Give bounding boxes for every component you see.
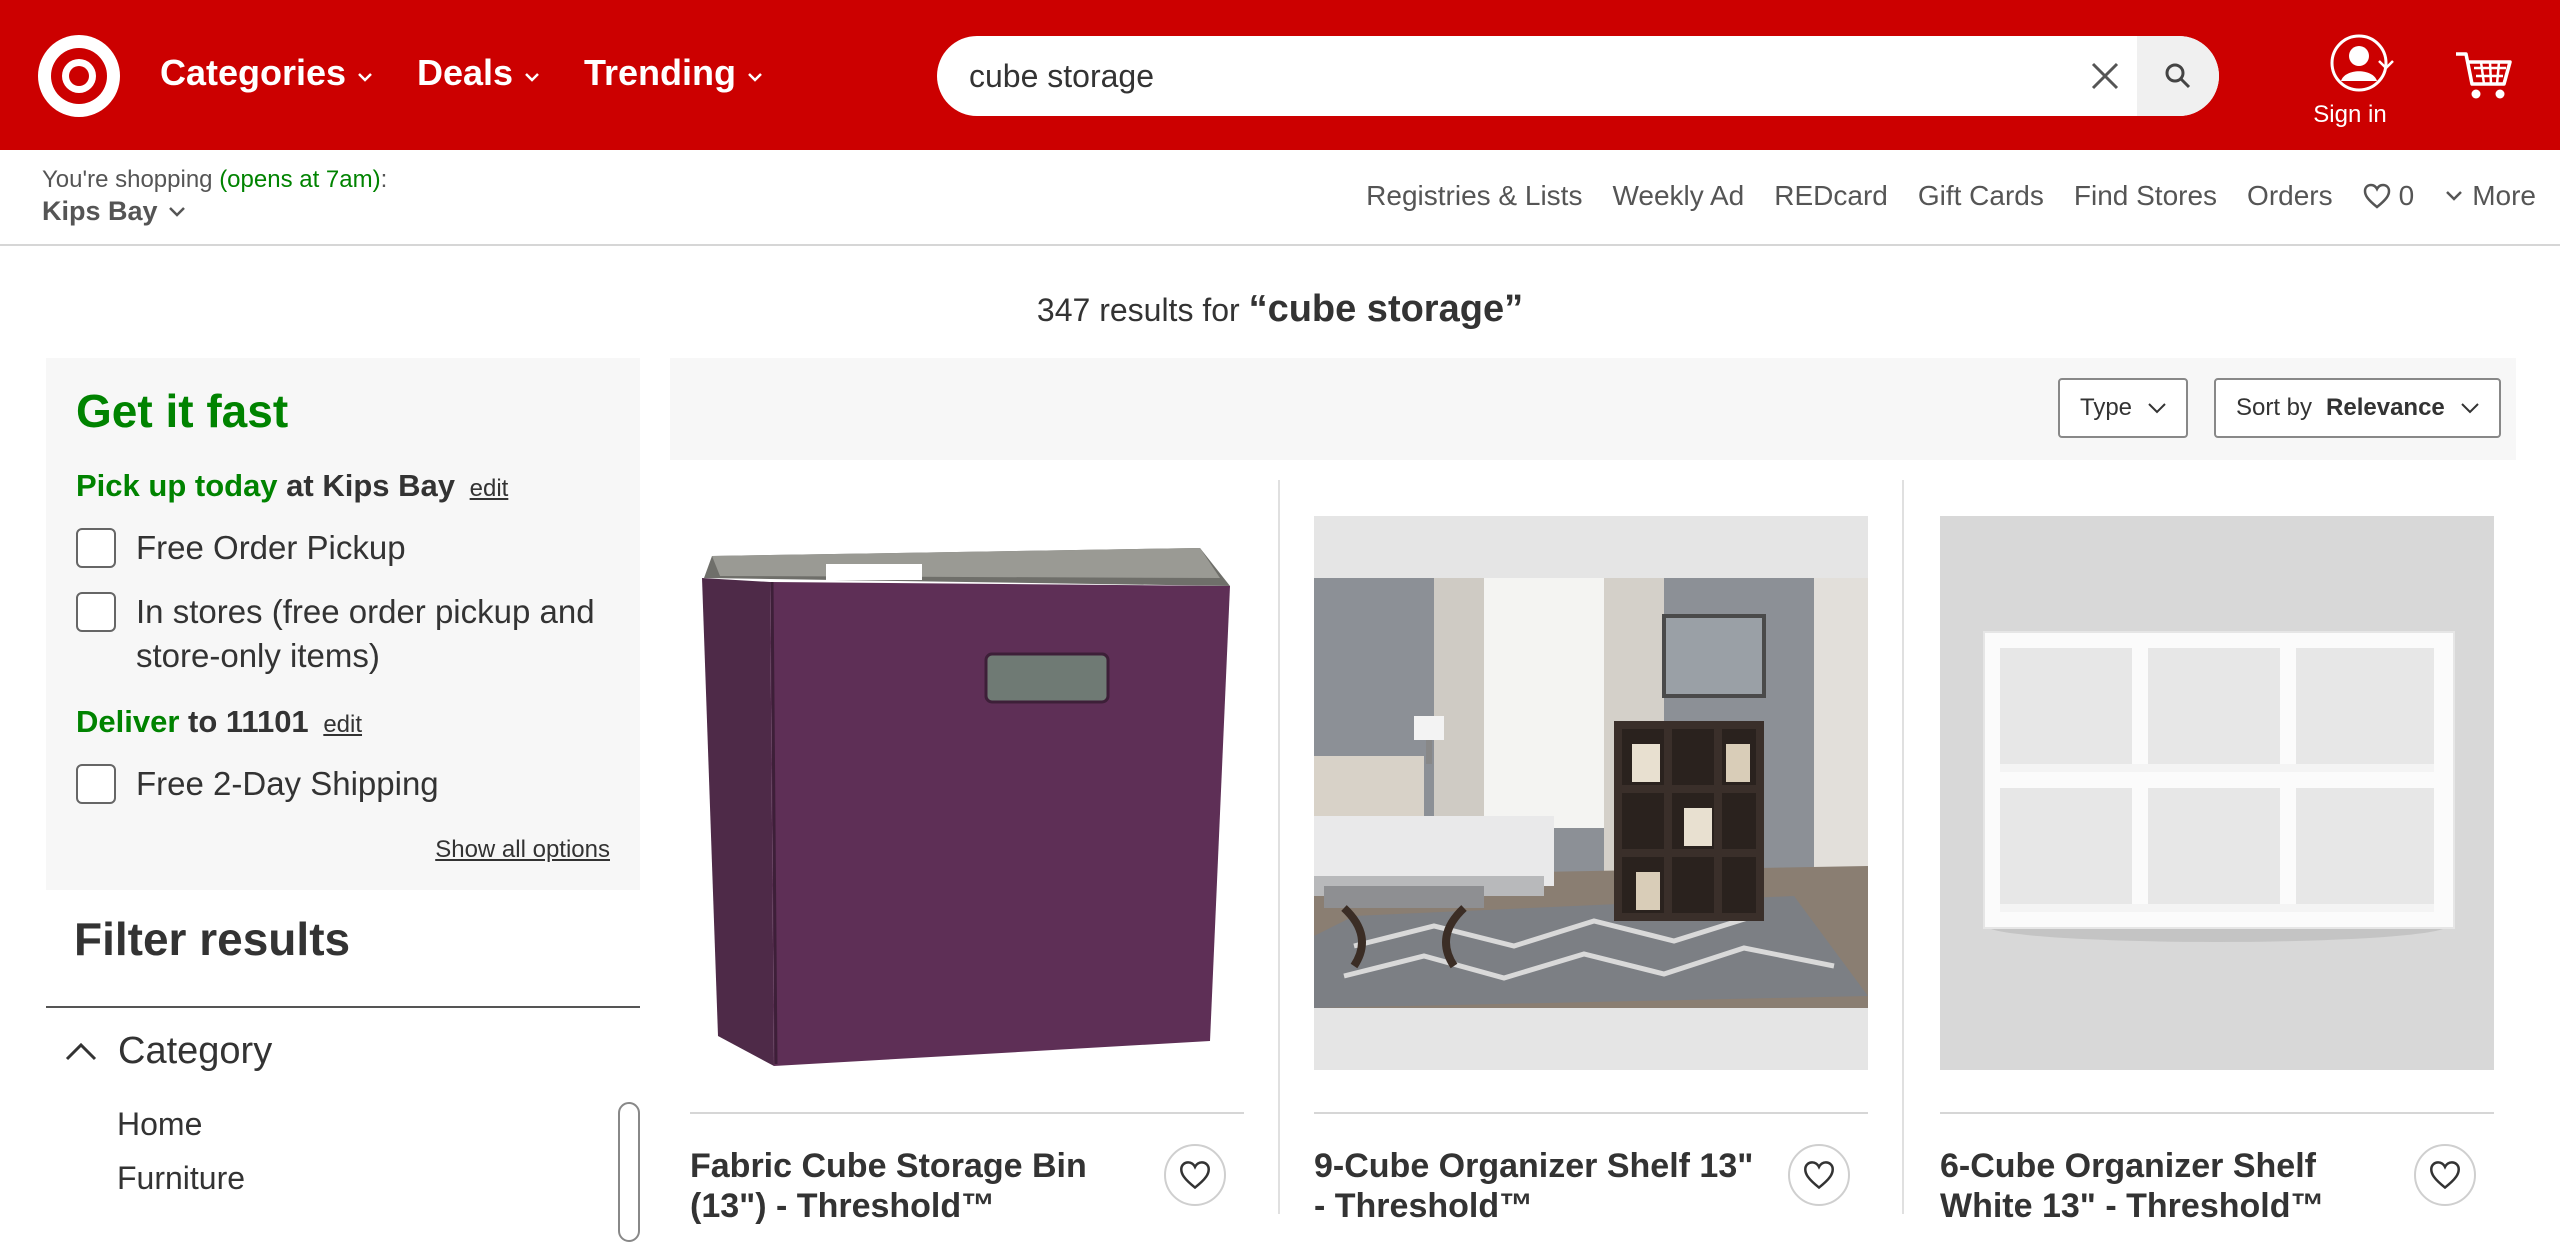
chevron-down-icon	[2461, 403, 2479, 414]
show-all-options-link[interactable]: Show all options	[435, 836, 610, 864]
search-icon	[2165, 63, 2191, 89]
edit-zip-link[interactable]: edit	[323, 711, 362, 738]
heart-icon	[2430, 1161, 2460, 1190]
heart-icon	[1804, 1161, 1834, 1190]
product-card[interactable]: 9-Cube Organizer Shelf 13" - Threshold™	[1314, 480, 1874, 1225]
divider	[1940, 1112, 2494, 1114]
sign-in-label: Sign in	[2313, 101, 2387, 128]
account-button[interactable]: Sign in	[2290, 34, 2410, 129]
product-title[interactable]: 9-Cube Organizer Shelf 13" - Threshold™	[1314, 1146, 1754, 1226]
product-image-9-cube-organizer[interactable]	[1314, 516, 1868, 1070]
more-menu[interactable]: More	[2444, 180, 2536, 212]
category-item-furniture[interactable]: Furniture	[117, 1160, 245, 1197]
favorite-button[interactable]	[1788, 1144, 1850, 1206]
chevron-down-icon	[525, 73, 539, 82]
free-2-day-shipping-checkbox[interactable]: Free 2-Day Shipping	[76, 762, 439, 806]
pickup-row: Pick up today at Kips Bay edit	[76, 468, 509, 503]
checkbox[interactable]	[76, 764, 116, 804]
in-stores-checkbox[interactable]: In stores (free order pickup and store-o…	[76, 590, 596, 678]
shopping-store-text: You're shopping (opens at 7am):	[42, 166, 388, 193]
results-toolbar: Type Sort by Relevance	[670, 358, 2516, 460]
product-title[interactable]: Fabric Cube Storage Bin (13") - Threshol…	[690, 1146, 1130, 1226]
column-divider	[1902, 480, 1904, 1214]
heart-icon	[1180, 1161, 1210, 1190]
chevron-down-icon	[2446, 191, 2463, 201]
results-heading: 347 results for “cube storage”	[1036, 288, 1524, 330]
product-card[interactable]: 6-Cube Organizer Shelf White 13" - Thres…	[1940, 480, 2500, 1225]
link-orders[interactable]: Orders	[2247, 180, 2333, 212]
product-image-6-cube-organizer[interactable]	[1940, 516, 2494, 1070]
category-item-home[interactable]: Home	[117, 1106, 202, 1143]
link-registries[interactable]: Registries & Lists	[1366, 180, 1582, 212]
favorite-button[interactable]	[1164, 1144, 1226, 1206]
product-title[interactable]: 6-Cube Organizer Shelf White 13" - Thres…	[1940, 1146, 2380, 1226]
column-divider	[1278, 480, 1280, 1214]
search-input[interactable]	[967, 36, 1987, 116]
category-filter-toggle[interactable]: Category	[64, 1030, 272, 1073]
divider	[1314, 1112, 1868, 1114]
nav-categories[interactable]: Categories	[160, 52, 374, 94]
link-find-stores[interactable]: Find Stores	[2074, 180, 2217, 212]
sort-dropdown[interactable]: Sort by Relevance	[2214, 378, 2501, 438]
search-query: “cube storage”	[1248, 288, 1524, 330]
free-order-pickup-checkbox[interactable]: Free Order Pickup	[76, 526, 406, 570]
search-button[interactable]	[2137, 36, 2219, 116]
favorite-button[interactable]	[2414, 1144, 2476, 1206]
top-header: Categories Deals Trending Sign in	[0, 0, 2560, 150]
get-it-fast-panel: Get it fast Pick up today at Kips Bay ed…	[46, 358, 640, 890]
divider	[46, 1006, 640, 1008]
link-gift-cards[interactable]: Gift Cards	[1918, 180, 2044, 212]
store-selector[interactable]: Kips Bay	[42, 196, 186, 227]
chevron-down-icon	[358, 73, 372, 82]
utility-nav: Registries & Lists Weekly Ad REDcard Gif…	[1366, 180, 2536, 212]
nav-trending[interactable]: Trending	[584, 52, 764, 94]
edit-store-link[interactable]: edit	[470, 475, 509, 502]
store-hours: (opens at 7am)	[219, 166, 381, 193]
product-card[interactable]: Fabric Cube Storage Bin (13") - Threshol…	[690, 480, 1250, 1225]
filter-results-title: Filter results	[74, 913, 351, 965]
favorites-link[interactable]: 0	[2363, 180, 2415, 212]
chevron-down-icon	[2148, 403, 2166, 414]
chevron-down-icon	[748, 73, 762, 82]
get-it-fast-title: Get it fast	[76, 385, 289, 437]
link-weekly-ad[interactable]: Weekly Ad	[1612, 180, 1744, 212]
sub-header: You're shopping (opens at 7am): Kips Bay…	[0, 150, 2560, 246]
checkbox[interactable]	[76, 528, 116, 568]
chevron-down-icon	[168, 206, 185, 217]
cart-icon[interactable]	[2454, 48, 2512, 104]
clear-search-icon[interactable]	[2085, 56, 2125, 96]
checkbox[interactable]	[76, 592, 116, 632]
search-bar	[937, 36, 2219, 116]
link-redcard[interactable]: REDcard	[1774, 180, 1888, 212]
nav-deals[interactable]: Deals	[417, 52, 541, 94]
chevron-down-icon[interactable]	[2376, 58, 2396, 72]
deliver-row: Deliver to 11101 edit	[76, 704, 363, 739]
divider	[690, 1112, 1244, 1114]
type-dropdown[interactable]: Type	[2058, 378, 2189, 438]
chevron-up-icon	[65, 1042, 97, 1060]
heart-icon	[2363, 183, 2390, 209]
product-image-fabric-bin[interactable]	[690, 516, 1244, 1070]
favorites-count: 0	[2398, 180, 2415, 211]
category-scrollbar[interactable]	[618, 1102, 640, 1242]
target-logo-icon[interactable]	[38, 35, 120, 117]
